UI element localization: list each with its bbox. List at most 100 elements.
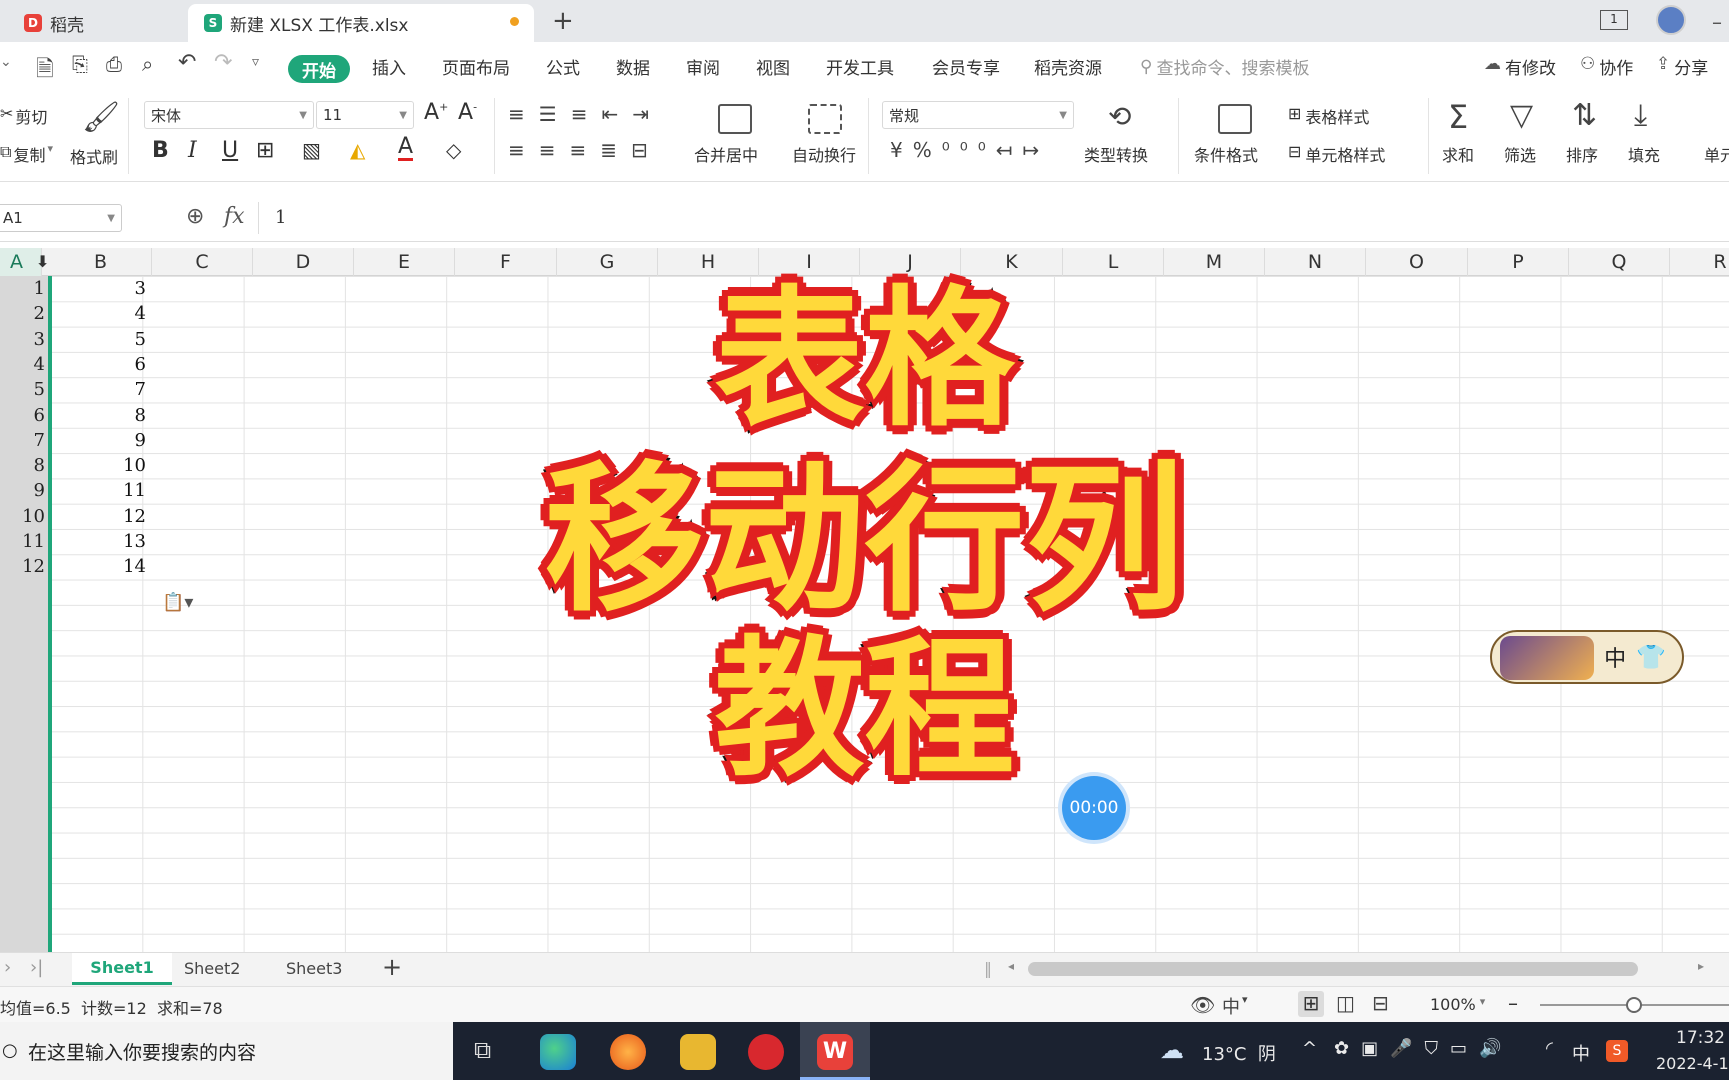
clock-date[interactable]: 2022-4-1 xyxy=(1656,1054,1729,1073)
tab-workbook[interactable]: S 新建 XLSX 工作表.xlsx xyxy=(188,4,534,42)
add-sheet-icon[interactable]: + xyxy=(382,953,402,981)
cell-fill-pattern-icon[interactable]: ▧ xyxy=(302,138,321,162)
column-header-b[interactable]: B xyxy=(50,248,152,276)
bold-icon[interactable]: B xyxy=(152,138,169,163)
sheet-tab-1[interactable]: Sheet1 xyxy=(72,953,172,985)
italic-icon[interactable]: I xyxy=(188,138,197,163)
tab-docer[interactable]: D 稻壳 xyxy=(8,4,184,42)
quick-access-more-icon[interactable]: ▿ xyxy=(252,54,259,70)
font-color-icon[interactable]: A xyxy=(398,136,414,161)
tab-data[interactable]: 数据 xyxy=(616,54,650,79)
column-header-m[interactable]: M xyxy=(1164,248,1265,276)
collab-button[interactable]: ⚇ 协作 xyxy=(1580,54,1633,79)
font-name-select[interactable]: 宋体 ▼ xyxy=(144,101,314,129)
copy-button[interactable]: ⧉ 复制 ▾ xyxy=(0,142,53,166)
column-header-h[interactable]: H xyxy=(658,248,759,276)
tab-review[interactable]: 审阅 xyxy=(686,54,720,79)
horizontal-scrollbar[interactable] xyxy=(1028,962,1638,976)
tray-expand-icon[interactable]: ^ xyxy=(1302,1038,1317,1059)
prev-sheet-icon[interactable]: › xyxy=(4,957,11,978)
clock-time[interactable]: 17:32 xyxy=(1676,1028,1725,1048)
task-view-icon[interactable]: ⧉ xyxy=(474,1036,491,1064)
share-button[interactable]: ⇪ 分享 xyxy=(1656,54,1708,79)
zoom-select[interactable]: 100% ▾ xyxy=(1430,995,1485,1014)
changes-button[interactable]: ☁ 有修改 xyxy=(1484,54,1556,79)
brush-icon[interactable]: 🖌 xyxy=(82,100,120,135)
column-header-j[interactable]: J xyxy=(860,248,961,276)
sheet-tab-2[interactable]: Sheet2 xyxy=(184,959,240,978)
tab-member[interactable]: 会员专享 xyxy=(932,54,1000,79)
recording-timer[interactable]: 00:00 xyxy=(1062,776,1126,840)
wrap-text-button[interactable]: 自动换行 xyxy=(792,142,856,166)
table-style-button[interactable]: ⊞ 表格样式 xyxy=(1288,104,1369,128)
column-header-i[interactable]: I xyxy=(759,248,860,276)
column-header-g[interactable]: G xyxy=(557,248,658,276)
cut-button[interactable]: ✂ 剪切 xyxy=(0,104,47,128)
minimize-icon[interactable]: – xyxy=(1712,10,1722,34)
number-format-icons[interactable]: ¥%⁰⁰⁰↤↦ xyxy=(890,138,1049,162)
page-break-view-icon[interactable]: ◫ xyxy=(1336,991,1355,1015)
normal-view-icon[interactable]: ⊞ xyxy=(1298,991,1324,1017)
column-header-l[interactable]: L xyxy=(1063,248,1164,276)
column-header-o[interactable]: O xyxy=(1366,248,1468,276)
firefox-like-app-icon[interactable] xyxy=(610,1034,646,1070)
format-painter-button[interactable]: 格式刷 xyxy=(70,144,118,168)
type-convert-button[interactable]: 类型转换 xyxy=(1084,142,1148,166)
file-explorer-icon[interactable] xyxy=(680,1034,716,1070)
zoom-out-icon[interactable]: – xyxy=(1508,991,1518,1015)
number-format-select[interactable]: 常规 ▼ xyxy=(882,101,1074,129)
chevron-down-icon[interactable]: ⌄ xyxy=(0,54,12,70)
scroll-left-icon[interactable]: ◂ xyxy=(1008,959,1014,973)
edge-browser-icon[interactable] xyxy=(540,1034,576,1070)
filter-button[interactable]: 筛选 xyxy=(1504,142,1536,166)
column-header-n[interactable]: N xyxy=(1265,248,1366,276)
column-header-q[interactable]: Q xyxy=(1569,248,1670,276)
print-preview-icon[interactable]: ⌕ xyxy=(142,52,153,76)
export-icon[interactable]: ⎘ xyxy=(72,52,88,76)
column-header-f[interactable]: F xyxy=(455,248,557,276)
wps-taskbar-button[interactable]: W xyxy=(800,1022,870,1080)
name-box[interactable]: A1 ▼ xyxy=(0,204,122,232)
eye-protection-icon[interactable]: 👁 xyxy=(1190,993,1215,1017)
column-header-d[interactable]: D xyxy=(253,248,354,276)
conditional-format-button[interactable]: 条件格式 xyxy=(1194,142,1258,166)
fill-color-icon[interactable]: ◭ xyxy=(350,138,365,162)
increase-font-icon[interactable]: A+ xyxy=(424,100,448,125)
scroll-right-icon[interactable]: ▸ xyxy=(1698,959,1704,973)
fx-icon[interactable]: fx xyxy=(224,204,245,229)
window-count-badge[interactable]: 1 xyxy=(1600,10,1628,30)
sogou-ime-icon[interactable]: S xyxy=(1606,1040,1628,1062)
decrease-font-icon[interactable]: A- xyxy=(458,100,477,125)
new-tab-plus-icon[interactable]: + xyxy=(552,6,574,36)
zoom-lookup-icon[interactable]: ⊕ xyxy=(186,204,204,229)
tab-view[interactable]: 视图 xyxy=(756,54,790,79)
redo-icon[interactable]: ↷ xyxy=(214,50,232,75)
column-header-r[interactable]: R xyxy=(1670,248,1729,276)
reading-view-icon[interactable]: ⊟ xyxy=(1372,991,1389,1015)
netease-music-icon[interactable] xyxy=(748,1034,784,1070)
column-header-c[interactable]: C xyxy=(152,248,253,276)
horizontal-align-icons[interactable]: ≡≡≡≣⊟ xyxy=(508,138,662,162)
tab-formulas[interactable]: 公式 xyxy=(546,54,580,79)
font-size-select[interactable]: 11 ▼ xyxy=(316,101,414,129)
tab-docer-resources[interactable]: 稻壳资源 xyxy=(1034,54,1102,79)
zoom-slider-thumb[interactable] xyxy=(1626,997,1642,1013)
tab-insert[interactable]: 插入 xyxy=(372,54,406,79)
save-icon[interactable]: 🗎 xyxy=(36,52,54,90)
formula-input[interactable]: 1 xyxy=(258,202,1729,234)
last-sheet-icon[interactable]: ›| xyxy=(30,957,43,978)
print-icon[interactable]: ⎙ xyxy=(106,52,122,76)
command-search[interactable]: ⚲ 查找命令、搜索模板 xyxy=(1140,54,1309,80)
ime-status-button[interactable]: 中 ▾ xyxy=(1222,993,1248,1019)
fill-button[interactable]: 填充 xyxy=(1628,142,1660,166)
tab-developer[interactable]: 开发工具 xyxy=(826,54,894,79)
column-header-k[interactable]: K xyxy=(961,248,1063,276)
border-icon[interactable]: ⊞ xyxy=(256,138,274,163)
vertical-align-icons[interactable]: ≡☰≡⇤⇥ xyxy=(508,102,663,126)
merge-center-button[interactable]: 合并居中 xyxy=(694,142,758,166)
avatar[interactable] xyxy=(1656,5,1686,35)
network-icon[interactable]: ◜ xyxy=(1546,1038,1553,1059)
column-header-p[interactable]: P xyxy=(1468,248,1569,276)
taskbar-search[interactable]: ○ 在这里输入你要搜索的内容 xyxy=(0,1022,453,1080)
tab-page-layout[interactable]: 页面布局 xyxy=(442,54,510,79)
